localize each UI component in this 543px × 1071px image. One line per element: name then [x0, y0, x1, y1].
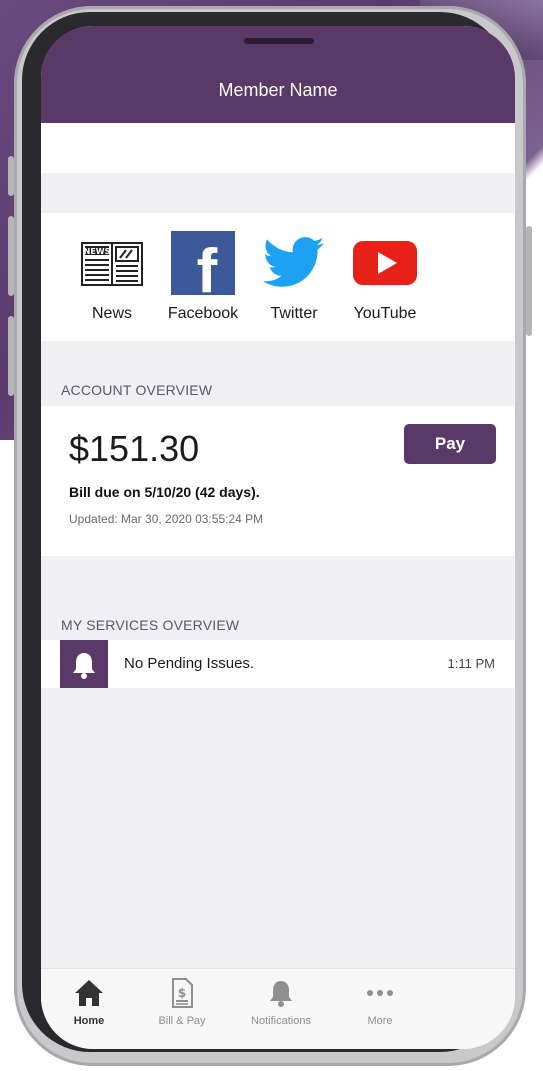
- more-icon: [363, 977, 397, 1009]
- social-label-facebook: Facebook: [167, 305, 239, 322]
- social-item-twitter[interactable]: Twitter: [251, 231, 337, 331]
- tab-label-home: Home: [73, 1015, 105, 1027]
- member-name-title: Member Name: [218, 80, 338, 100]
- twitter-icon: [262, 231, 326, 295]
- phone-volume-button: [8, 316, 14, 396]
- balance-amount: $151.30: [69, 428, 200, 469]
- service-timestamp: 1:11 PM: [447, 656, 495, 671]
- svg-text:$: $: [178, 986, 186, 1000]
- tab-label-notifications: Notifications: [251, 1015, 311, 1027]
- service-status-text: No Pending Issues.: [124, 655, 255, 672]
- home-icon: [72, 977, 106, 1009]
- phone-side-button: [8, 156, 14, 196]
- account-overview-card: $151.30 Pay Bill due on 5/10/20 (42 days…: [41, 406, 515, 556]
- updated-timestamp: Updated: Mar 30, 2020 03:55:24 PM: [69, 512, 264, 526]
- social-links: NEWS News f Facebook Twitter YouTube: [41, 213, 515, 341]
- social-item-youtube[interactable]: YouTube: [342, 231, 428, 331]
- social-label-twitter: Twitter: [270, 305, 318, 322]
- social-label-youtube: YouTube: [353, 305, 417, 322]
- account-overview-title: ACCOUNT OVERVIEW: [61, 382, 213, 398]
- youtube-icon: [353, 231, 417, 295]
- tab-more[interactable]: More: [335, 977, 425, 1037]
- social-item-facebook[interactable]: f Facebook: [160, 231, 246, 331]
- list-item[interactable]: No Pending Issues. 1:11 PM: [41, 640, 515, 688]
- header-strip: [41, 123, 515, 173]
- tab-home[interactable]: Home: [44, 977, 134, 1037]
- tab-notifications[interactable]: Notifications: [236, 977, 326, 1037]
- phone-volume-button: [8, 216, 14, 296]
- bell-icon: [264, 977, 298, 1009]
- tab-label-bill-pay: Bill & Pay: [158, 1015, 206, 1027]
- bill-icon: $: [165, 977, 199, 1009]
- facebook-icon: f: [171, 231, 235, 306]
- app-header: Member Name: [41, 26, 515, 123]
- tab-label-more: More: [367, 1015, 393, 1027]
- phone-power-button: [526, 226, 532, 336]
- news-icon: NEWS: [80, 231, 144, 295]
- social-label-news: News: [91, 305, 132, 322]
- bell-icon: [60, 640, 108, 688]
- tab-bill-pay[interactable]: $ Bill & Pay: [137, 977, 227, 1037]
- services-overview-title: MY SERVICES OVERVIEW: [61, 617, 240, 633]
- facebook-glyph: f: [197, 237, 218, 295]
- notch: [244, 38, 314, 44]
- app-screen: Member Name NEWS News f Facebook Twitter…: [41, 26, 515, 1049]
- svg-text:NEWS: NEWS: [84, 247, 111, 256]
- pay-button[interactable]: Pay: [404, 424, 496, 464]
- social-item-news[interactable]: NEWS News: [69, 231, 155, 331]
- tab-bar: Home $ Bill & Pay Notifications More: [41, 968, 515, 1049]
- bill-due-text: Bill due on 5/10/20 (42 days).: [69, 484, 260, 500]
